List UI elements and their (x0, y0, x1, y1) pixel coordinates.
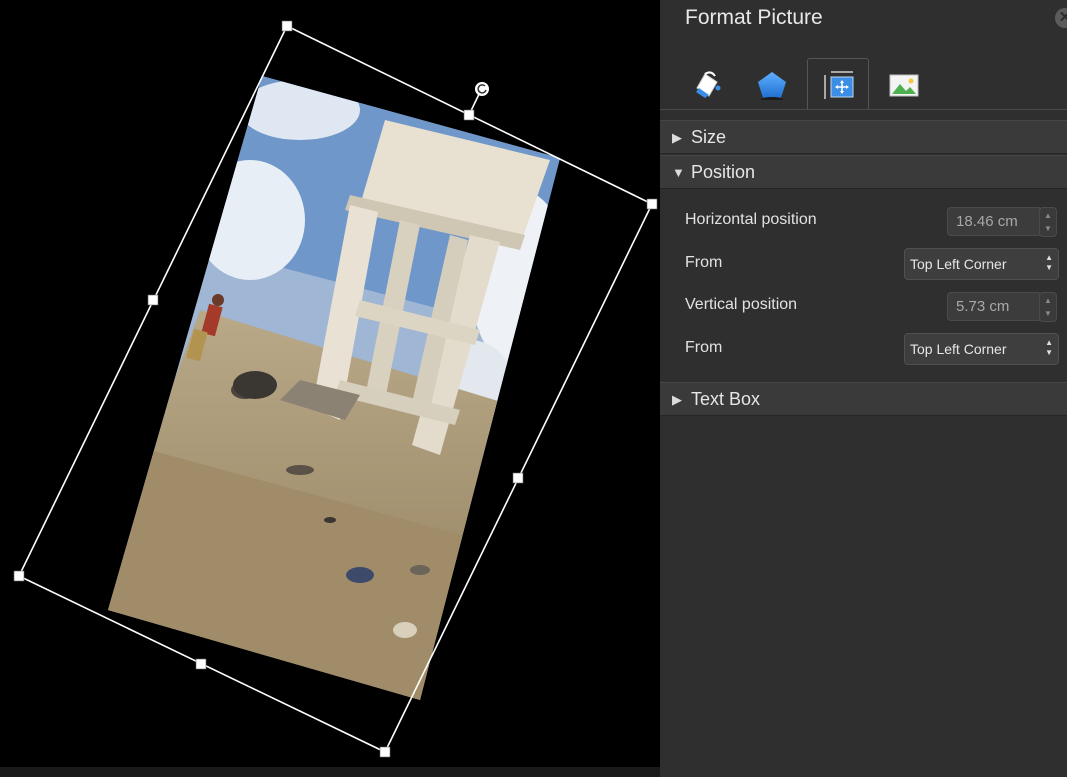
chevron-down-icon: ▼ (672, 165, 685, 180)
stepper-down-icon[interactable]: ▼ (1044, 224, 1052, 233)
horizontal-position-stepper[interactable]: ▲ ▼ (1039, 207, 1057, 237)
stepper-down-icon[interactable]: ▼ (1044, 309, 1052, 318)
resize-handle-bottom-left[interactable] (13, 570, 25, 582)
horizontal-from-select[interactable]: Top Left Corner ▲ ▼ (904, 248, 1059, 280)
resize-handle-left[interactable] (147, 294, 159, 306)
tab-size-properties[interactable] (807, 58, 869, 110)
select-arrows-icon: ▲ ▼ (1045, 253, 1053, 272)
resize-handle-right[interactable] (512, 472, 524, 484)
photo[interactable] (80, 60, 570, 720)
section-position-label: Position (691, 162, 756, 182)
slide-canvas[interactable] (0, 0, 660, 777)
select-arrows-icon: ▲ ▼ (1045, 338, 1053, 357)
vertical-position-stepper[interactable]: ▲ ▼ (1039, 292, 1057, 322)
picture-icon (889, 74, 919, 97)
stepper-up-icon[interactable]: ▲ (1044, 296, 1052, 305)
resize-handle-top-left[interactable] (281, 20, 293, 32)
size-properties-icon (824, 71, 854, 99)
pane-tabs (660, 58, 1067, 110)
resize-handle-bottom-right[interactable] (379, 746, 391, 758)
vertical-from-select[interactable]: Top Left Corner ▲ ▼ (904, 333, 1059, 365)
chevron-right-icon: ▶ (672, 392, 682, 407)
section-textbox-label: Text Box (691, 389, 761, 409)
effects-pentagon-icon (758, 72, 786, 100)
section-textbox-header[interactable]: ▶ Text Box (660, 382, 1067, 416)
from-label-horizontal: From (685, 254, 723, 271)
horizontal-from-value: Top Left Corner (910, 256, 1007, 272)
section-position-header[interactable]: ▼ Position (660, 155, 1067, 189)
from-label-vertical: From (685, 339, 723, 356)
vertical-position-label: Vertical position (685, 296, 798, 313)
horizontal-position-label: Horizontal position (685, 211, 817, 228)
resize-handle-bottom[interactable] (195, 658, 207, 670)
format-picture-pane: Format Picture ✕ ▶ Size ▼ Position Horiz… (660, 0, 1067, 777)
chevron-right-icon: ▶ (672, 130, 682, 145)
pane-title: Format Picture (685, 6, 823, 29)
resize-handle-top[interactable] (463, 109, 475, 121)
stepper-up-icon[interactable]: ▲ (1044, 211, 1052, 220)
close-icon[interactable]: ✕ (1055, 8, 1067, 28)
fill-line-icon (696, 71, 721, 98)
section-size-label: Size (691, 127, 727, 147)
horizontal-position-input[interactable]: 18.46 cm (947, 207, 1042, 236)
tab-effects[interactable] (740, 58, 802, 110)
section-size-header[interactable]: ▶ Size (660, 120, 1067, 154)
vertical-position-input[interactable]: 5.73 cm (947, 292, 1042, 321)
rotate-handle[interactable] (475, 82, 489, 96)
resize-handle-top-right[interactable] (646, 198, 658, 210)
tab-picture[interactable] (872, 58, 934, 110)
vertical-from-value: Top Left Corner (910, 341, 1007, 357)
rotated-picture-stage (13, 20, 658, 758)
canvas-bottom-strip (0, 767, 660, 777)
tabs-divider (660, 109, 1067, 110)
tab-fill-line[interactable] (676, 58, 738, 110)
